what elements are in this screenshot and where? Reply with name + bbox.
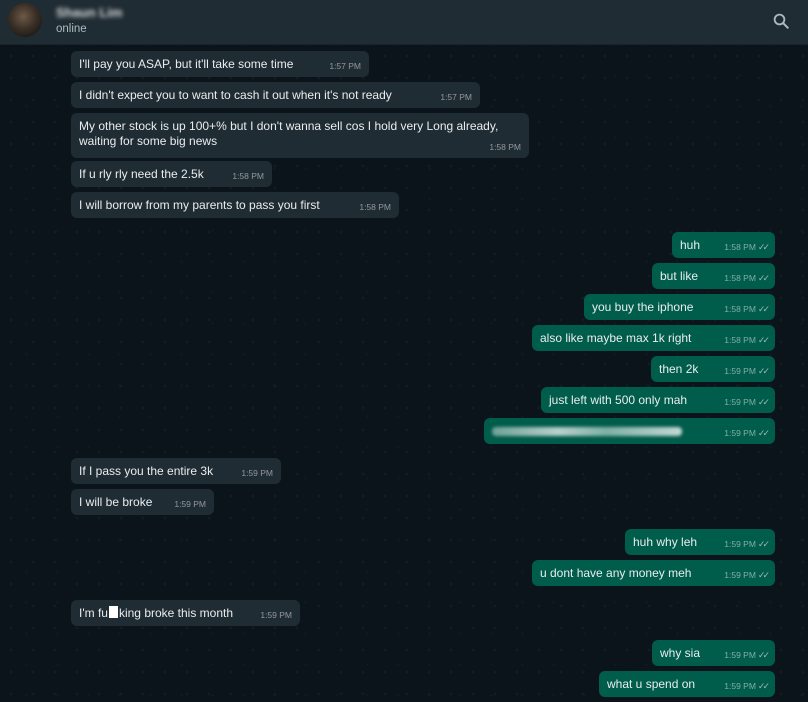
message-text: I will be broke: [79, 495, 153, 509]
message-time: 1:58 PM: [724, 242, 756, 252]
contact-name[interactable]: Shaun Lim: [56, 5, 122, 20]
double-check-icon: ✓✓: [757, 366, 770, 376]
message-text: what u spend on: [607, 677, 696, 691]
chat-header: Shaun Lim online: [0, 0, 808, 45]
message-text: u dont have any money meh: [540, 566, 692, 580]
message-text: I'll pay you ASAP, but it'll take some t…: [79, 57, 294, 71]
double-check-icon: ✓✓: [757, 539, 770, 549]
message-text: just left with 500 only mah: [549, 393, 688, 407]
message-time: 1:58 PM: [724, 335, 756, 345]
message-time: 1:59 PM: [724, 570, 756, 580]
double-check-icon: ✓✓: [757, 397, 770, 407]
avatar[interactable]: [8, 3, 42, 37]
message-text: If u rly rly need the 2.5k: [79, 167, 204, 181]
message-bubble-incoming[interactable]: I'm fu king broke this month 1:59 PM: [71, 600, 300, 626]
message-time: 1:58 PM: [489, 142, 521, 152]
message-time: 1:59 PM: [724, 650, 756, 660]
message-bubble-incoming[interactable]: I will be broke 1:59 PM: [71, 489, 214, 515]
message-time: 1:58 PM: [724, 273, 756, 283]
message-time: 1:58 PM: [724, 304, 756, 314]
message-time: 1:57 PM: [440, 92, 472, 102]
double-check-icon: ✓✓: [757, 428, 770, 438]
message-text: you buy the iphone: [592, 300, 694, 314]
message-bubble-outgoing[interactable]: u dont have any money meh 1:59 PM ✓✓: [532, 560, 775, 586]
message-bubble-outgoing[interactable]: also like maybe max 1k right 1:58 PM ✓✓: [532, 325, 775, 351]
message-time: 1:59 PM: [724, 539, 756, 549]
double-check-icon: ✓✓: [757, 681, 770, 691]
double-check-icon: ✓✓: [757, 304, 770, 314]
message-time: 1:59 PM: [241, 468, 273, 478]
message-bubble-outgoing[interactable]: just left with 500 only mah 1:59 PM ✓✓: [541, 387, 775, 413]
double-check-icon: ✓✓: [757, 570, 770, 580]
message-bubble-outgoing[interactable]: you buy the iphone 1:58 PM ✓✓: [584, 294, 775, 320]
double-check-icon: ✓✓: [757, 650, 770, 660]
message-text: I didn't expect you to want to cash it o…: [79, 88, 392, 102]
redacted-text: [492, 427, 682, 436]
message-time: 1:57 PM: [329, 61, 361, 71]
message-bubble-incoming[interactable]: I'll pay you ASAP, but it'll take some t…: [71, 51, 369, 77]
message-time: 1:59 PM: [724, 366, 756, 376]
double-check-icon: ✓✓: [757, 273, 770, 283]
message-bubble-incoming[interactable]: If I pass you the entire 3k 1:59 PM: [71, 458, 281, 484]
message-time: 1:59 PM: [174, 499, 206, 509]
message-time: 1:59 PM: [724, 681, 756, 691]
censor-block: [108, 606, 118, 618]
message-text: why sia: [660, 646, 701, 660]
message-bubble-incoming[interactable]: I will borrow from my parents to pass yo…: [71, 192, 399, 218]
message-text: huh: [680, 238, 701, 252]
message-text: If I pass you the entire 3k: [79, 464, 214, 478]
message-time: 1:59 PM: [724, 397, 756, 407]
message-bubble-outgoing[interactable]: huh 1:58 PM ✓✓: [672, 232, 775, 258]
message-text: also like maybe max 1k right: [540, 331, 692, 345]
search-icon[interactable]: [772, 12, 790, 30]
message-text: I will borrow from my parents to pass yo…: [79, 198, 320, 212]
message-text: then 2k: [659, 362, 699, 376]
double-check-icon: ✓✓: [757, 242, 770, 252]
message-bubble-outgoing[interactable]: huh why leh 1:59 PM ✓✓: [625, 529, 775, 555]
message-time: 1:59 PM: [260, 610, 292, 620]
message-text: huh why leh: [633, 535, 698, 549]
message-list[interactable]: I'll pay you ASAP, but it'll take some t…: [0, 45, 808, 702]
message-time: 1:59 PM: [724, 428, 756, 438]
message-bubble-outgoing[interactable]: then 2k 1:59 PM ✓✓: [651, 356, 775, 382]
message-bubble-outgoing[interactable]: but like 1:58 PM ✓✓: [652, 263, 775, 289]
message-bubble-outgoing[interactable]: why sia 1:59 PM ✓✓: [652, 640, 775, 666]
message-text: I'm fu king broke this month: [79, 606, 234, 620]
message-bubble-outgoing[interactable]: what u spend on 1:59 PM ✓✓: [599, 671, 775, 697]
contact-status: online: [56, 23, 87, 35]
message-time: 1:58 PM: [232, 171, 264, 181]
message-text: My other stock is up 100+% but I don't w…: [79, 119, 499, 148]
double-check-icon: ✓✓: [757, 335, 770, 345]
message-time: 1:58 PM: [359, 202, 391, 212]
message-bubble-incoming[interactable]: I didn't expect you to want to cash it o…: [71, 82, 480, 108]
message-text: but like: [660, 269, 699, 283]
message-bubble-incoming[interactable]: If u rly rly need the 2.5k 1:58 PM: [71, 161, 272, 187]
message-bubble-incoming[interactable]: My other stock is up 100+% but I don't w…: [71, 113, 529, 158]
message-bubble-outgoing[interactable]: 1:59 PM ✓✓: [484, 418, 775, 444]
